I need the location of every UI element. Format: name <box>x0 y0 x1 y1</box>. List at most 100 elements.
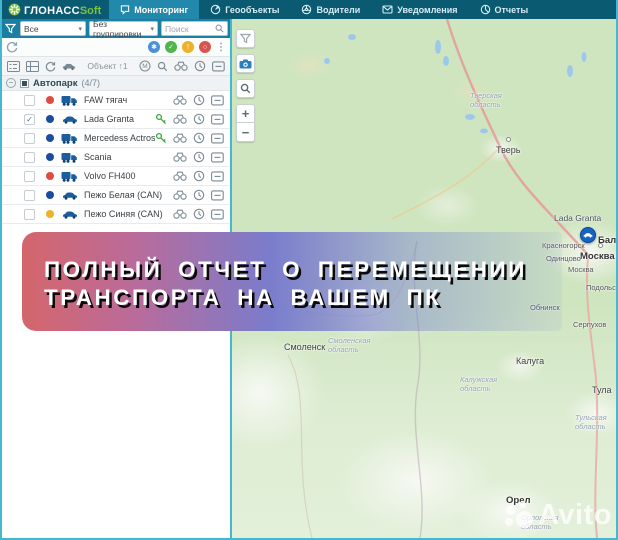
map-search-button[interactable] <box>236 79 255 98</box>
tab-drivers[interactable]: Водители <box>290 0 371 19</box>
vehicle-checkbox[interactable] <box>24 170 35 182</box>
refresh-icon[interactable] <box>6 41 18 53</box>
car-icon <box>61 115 78 124</box>
binoculars-icon[interactable] <box>173 171 187 181</box>
tab-monitoring[interactable]: Мониторинг <box>109 0 200 19</box>
vehicle-checkbox[interactable] <box>24 94 35 106</box>
vehicle-name: Volvo FH400 <box>84 171 136 181</box>
search-input[interactable] <box>165 23 215 34</box>
search-icon <box>240 83 251 94</box>
status-filter-moving[interactable]: ✱ <box>148 41 160 53</box>
history-icon[interactable] <box>193 189 205 201</box>
minus-icon: − <box>241 124 250 140</box>
list-view-icon[interactable] <box>26 60 39 72</box>
binoculars-icon[interactable] <box>173 133 187 143</box>
status-filter-ok[interactable]: ✓ <box>165 41 177 53</box>
card-icon[interactable] <box>211 208 224 220</box>
status-filter-idle[interactable]: ! <box>182 41 194 53</box>
history-icon[interactable] <box>193 94 205 106</box>
history-icon[interactable] <box>193 170 205 182</box>
tab-reports[interactable]: Отчеты <box>469 0 540 19</box>
vehicle-checkbox[interactable] <box>24 151 35 163</box>
card-icon[interactable] <box>211 189 224 201</box>
zoom-in-button[interactable]: + <box>236 104 255 123</box>
card-icon[interactable] <box>211 94 224 106</box>
vehicle-name: Пежо Белая (CAN) <box>84 190 163 200</box>
tab-label: Уведомления <box>397 4 458 15</box>
grouping-select[interactable]: Без группировки <box>89 19 158 39</box>
tab-notifications[interactable]: Уведомления <box>371 0 468 19</box>
vehicle-map-marker[interactable] <box>580 227 596 243</box>
vehicle-checkbox[interactable] <box>24 132 35 144</box>
status-dot <box>46 153 54 161</box>
vehicle-row[interactable]: Mercedess Actros <box>2 129 230 148</box>
key-icon[interactable] <box>155 113 167 125</box>
logo-text-main: ГЛОНАСС <box>24 4 80 17</box>
vehicle-name: Lada Granta <box>84 114 135 124</box>
funnel-icon <box>240 33 251 44</box>
card-icon[interactable] <box>211 132 224 144</box>
history-icon[interactable] <box>193 151 205 163</box>
binoculars-icon[interactable] <box>173 190 187 200</box>
history-icon[interactable] <box>193 208 205 220</box>
map-controls: + − <box>236 29 255 142</box>
status-dot <box>46 210 54 218</box>
vehicle-row[interactable]: Пежо Белая (CAN) <box>2 186 230 205</box>
car-icon <box>61 210 78 219</box>
more-menu-icon[interactable]: ⋮ <box>216 42 226 53</box>
truck-icon <box>61 152 78 163</box>
vehicle-row[interactable]: FAW тягач <box>2 91 230 110</box>
vehicle-checkbox[interactable] <box>24 113 35 125</box>
card-icon[interactable] <box>211 151 224 163</box>
binoculars-icon[interactable] <box>173 152 187 162</box>
zoom-objects-icon[interactable] <box>157 61 168 72</box>
filter-funnel-icon[interactable] <box>4 23 17 34</box>
vehicle-name: FAW тягач <box>84 95 128 105</box>
key-icon[interactable] <box>155 132 167 144</box>
sort-label[interactable]: Объект ↑1 <box>82 61 133 71</box>
status-filter-stopped[interactable]: ○ <box>199 41 211 53</box>
fleet-filter-select[interactable]: Все <box>20 21 86 36</box>
history-icon[interactable] <box>194 60 206 72</box>
status-toolbar: ✱ ✓ ! ○ ⋮ <box>2 38 230 57</box>
town-marker <box>506 137 511 142</box>
vehicle-name: Scania <box>84 152 112 162</box>
group-checkbox[interactable] <box>20 78 29 88</box>
tab-label: Водители <box>316 4 361 15</box>
card-icon[interactable] <box>211 170 224 182</box>
history-icon[interactable] <box>193 132 205 144</box>
tab-geoobjects[interactable]: Геообъекты <box>199 0 290 19</box>
fleet-filter-value: Все <box>24 23 39 34</box>
messages-icon[interactable]: M <box>139 60 151 72</box>
history-icon[interactable] <box>193 113 205 125</box>
town-marker <box>598 243 603 248</box>
binoculars-icon[interactable] <box>174 61 188 71</box>
zoom-out-button[interactable]: − <box>236 123 255 142</box>
binoculars-icon[interactable] <box>173 95 187 105</box>
select-all-icon[interactable] <box>7 60 20 72</box>
plus-icon: + <box>241 106 250 121</box>
map-filter-button[interactable] <box>236 29 255 48</box>
car-icon <box>61 191 78 200</box>
status-dot <box>46 134 54 142</box>
refresh-list-icon[interactable] <box>45 61 56 72</box>
vehicle-icon[interactable] <box>62 62 76 71</box>
vehicle-row[interactable]: Volvo FH400 <box>2 167 230 186</box>
vehicle-row[interactable]: Scania <box>2 148 230 167</box>
map-camera-button[interactable] <box>236 54 255 73</box>
camera-icon <box>239 59 252 69</box>
search-icon <box>215 24 224 33</box>
vehicle-row[interactable]: Пежо Синяя (CAN) <box>2 205 230 224</box>
vehicle-list: FAW тягач Lada Granta <box>2 91 230 224</box>
envelope-icon <box>382 4 393 15</box>
svg-text:M: M <box>142 63 147 70</box>
collapse-box-icon[interactable] <box>212 60 225 72</box>
vehicle-checkbox[interactable] <box>24 208 35 220</box>
list-toolbar: Объект ↑1 M <box>2 57 230 76</box>
card-icon[interactable] <box>211 113 224 125</box>
binoculars-icon[interactable] <box>173 209 187 219</box>
collapse-group-icon[interactable] <box>6 78 16 88</box>
binoculars-icon[interactable] <box>173 114 187 124</box>
vehicle-row[interactable]: Lada Granta <box>2 110 230 129</box>
vehicle-checkbox[interactable] <box>24 189 35 201</box>
